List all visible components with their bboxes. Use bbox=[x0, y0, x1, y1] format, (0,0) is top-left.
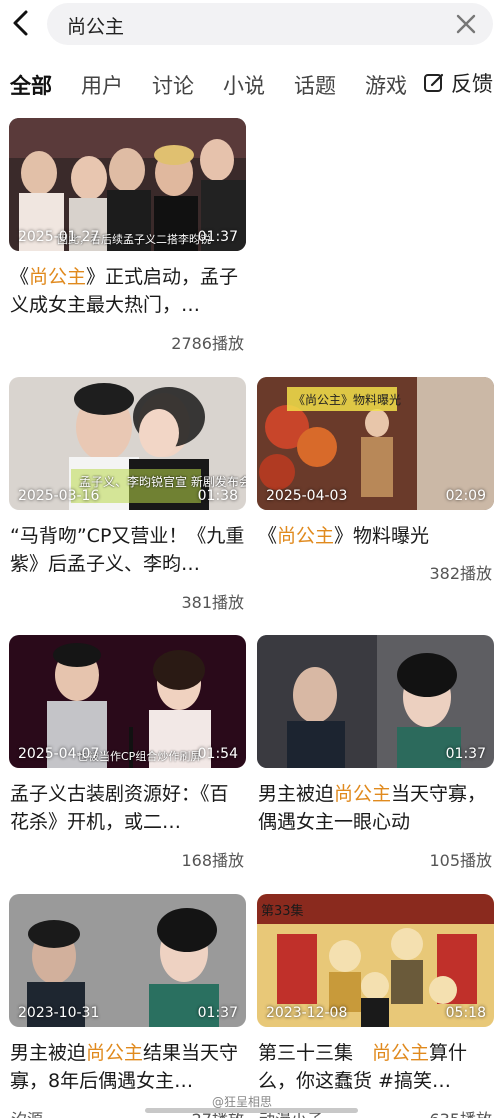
video-thumbnail[interactable]: 也被当作CP组合炒作刷屏 2025-04-07 01:54 bbox=[9, 635, 246, 768]
title-highlight: 尚公主 bbox=[372, 1042, 430, 1064]
title-highlight: 尚公主 bbox=[277, 525, 335, 547]
video-title[interactable]: 男主被迫尚公主结果当天守寡，8年后偶遇女主… bbox=[10, 1039, 246, 1095]
title-text: 男主被迫 bbox=[258, 783, 335, 805]
video-title[interactable]: 《尚公主》正式启动，孟子义成女主最大热门，… bbox=[10, 263, 246, 319]
video-title[interactable]: 第三十三集 尚公主算什么，你这蠢货 #搞笑… bbox=[258, 1039, 494, 1095]
tab-users[interactable]: 用户 bbox=[81, 70, 123, 100]
video-date: 2025-04-03 bbox=[266, 488, 348, 504]
thumbnail-caption: 第33集 bbox=[261, 904, 304, 919]
tab-games[interactable]: 游戏 bbox=[365, 70, 407, 100]
video-date: 2025-04-07 bbox=[18, 746, 100, 762]
play-count: 105播放 bbox=[429, 851, 492, 870]
video-thumbnail[interactable]: 《尚公主》物料曝光 2025-04-03 02:09 bbox=[257, 377, 494, 510]
title-text: 《 bbox=[10, 266, 30, 288]
video-title[interactable]: 孟子义古装剧资源好：《百花杀》开机，或二… bbox=[10, 780, 246, 836]
play-count: 382播放 bbox=[429, 564, 492, 583]
search-query: 尚公主 bbox=[67, 16, 125, 38]
play-count: 168播放 bbox=[181, 851, 244, 870]
search-input[interactable]: 尚公主 bbox=[47, 3, 493, 45]
title-text: 》物料曝光 bbox=[334, 525, 430, 547]
title-highlight: 尚公主 bbox=[29, 266, 87, 288]
video-thumbnail[interactable]: 01:37 bbox=[257, 635, 494, 768]
video-duration: 05:18 bbox=[445, 1005, 486, 1021]
edit-icon bbox=[424, 73, 444, 92]
title-text: 第三十三集 bbox=[258, 1042, 373, 1064]
video-duration: 01:38 bbox=[197, 488, 238, 504]
play-count: 381播放 bbox=[181, 593, 244, 612]
video-duration: 01:54 bbox=[197, 746, 238, 762]
video-date: 2025-03-16 bbox=[18, 488, 100, 504]
tab-topics[interactable]: 话题 bbox=[294, 70, 336, 100]
title-text: 男主被迫 bbox=[10, 1042, 87, 1064]
title-highlight: 尚公主 bbox=[86, 1042, 144, 1064]
title-text: 孟子义古装剧资源好：《百花杀》开机，或二… bbox=[10, 783, 229, 833]
feedback-label: 反馈 bbox=[451, 72, 493, 96]
video-duration: 02:09 bbox=[445, 488, 486, 504]
video-title[interactable]: 《尚公主》物料曝光 bbox=[258, 522, 494, 550]
tab-discussions[interactable]: 讨论 bbox=[152, 70, 194, 100]
tab-novels[interactable]: 小说 bbox=[223, 70, 265, 100]
tab-all[interactable]: 全部 bbox=[10, 70, 52, 100]
play-count: 2786播放 bbox=[171, 334, 244, 353]
title-text: “马背吻”CP又营业！《九重紫》后孟子义、李昀… bbox=[10, 525, 245, 575]
video-thumbnail[interactable]: 2023-10-31 01:37 bbox=[9, 894, 246, 1027]
video-title[interactable]: 男主被迫尚公主当天守寡，偶遇女主一眼心动 bbox=[258, 780, 494, 836]
video-duration: 01:37 bbox=[197, 1005, 238, 1021]
video-thumbnail[interactable]: 孟子义、李昀锐官宣 新剧发布会 2025-03-16 01:38 bbox=[9, 377, 246, 510]
video-title[interactable]: “马背吻”CP又营业！《九重紫》后孟子义、李昀… bbox=[10, 522, 246, 578]
title-highlight: 尚公主 bbox=[334, 783, 392, 805]
video-date: 2023-12-08 bbox=[266, 1005, 348, 1021]
title-text: 《 bbox=[258, 525, 278, 547]
thumbnail-caption: 《尚公主》物料曝光 bbox=[293, 393, 402, 407]
author-name[interactable]: 汐源 bbox=[11, 1106, 43, 1118]
video-thumbnail[interactable]: 因此，看后续孟子义二搭李昀锐 2025-01-27 01:37 bbox=[9, 118, 246, 251]
clear-icon[interactable] bbox=[455, 13, 477, 35]
chevron-left-icon bbox=[13, 10, 28, 36]
home-indicator[interactable] bbox=[145, 1108, 358, 1113]
back-button[interactable] bbox=[6, 6, 36, 40]
play-count: 635播放 bbox=[429, 1106, 492, 1118]
feedback-button[interactable]: 反馈 bbox=[417, 68, 493, 98]
video-duration: 01:37 bbox=[197, 229, 238, 245]
top-bar: 尚公主 bbox=[0, 0, 503, 50]
video-date: 2025-01-27 bbox=[18, 229, 100, 245]
video-date: 2023-10-31 bbox=[18, 1005, 100, 1021]
video-thumbnail[interactable]: 第33集 2023-12-08 05:18 bbox=[257, 894, 494, 1027]
category-tabs: 全部 用户 讨论 小说 话题 游戏 反馈 bbox=[0, 62, 503, 106]
video-duration: 01:37 bbox=[445, 746, 486, 762]
